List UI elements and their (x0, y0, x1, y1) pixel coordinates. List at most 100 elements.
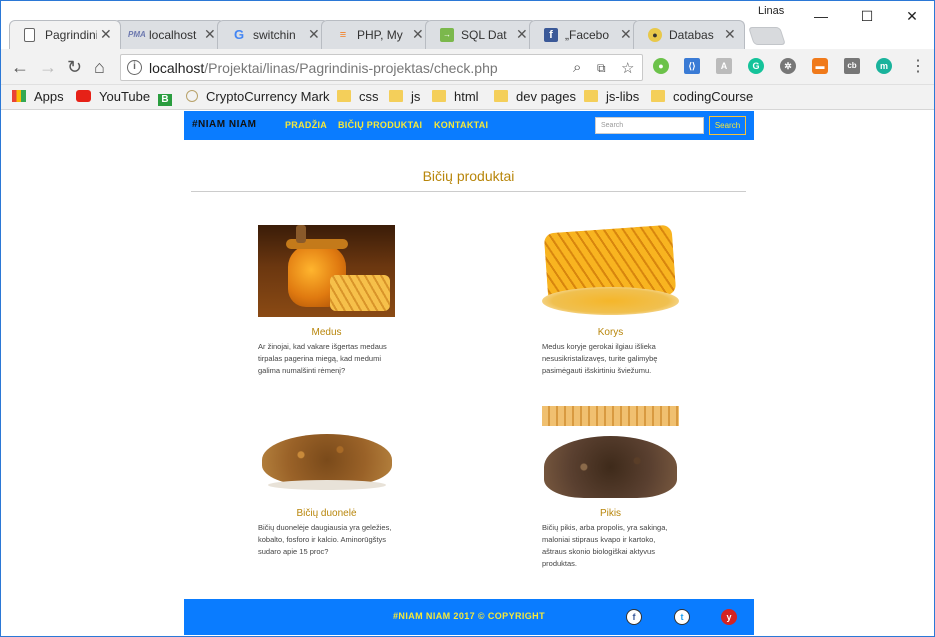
extension-icon[interactable]: ⟨⟩ (684, 58, 700, 74)
extension-icon[interactable]: ● (653, 58, 669, 74)
search-input[interactable]: Search (595, 117, 704, 134)
address-bar[interactable]: i localhost/Projektai/linas/Pagrindinis-… (120, 54, 643, 81)
tab[interactable]: G switchin ✕ (217, 20, 329, 49)
extension-icon[interactable]: cb (844, 58, 860, 74)
bookmark-youtube[interactable]: YouTube (76, 89, 150, 105)
maximize-icon[interactable]: ☐ (844, 5, 890, 27)
tab-label: PHP, My (357, 28, 403, 42)
crypto-icon (186, 90, 198, 102)
star-icon[interactable]: ☆ (621, 59, 634, 77)
close-icon[interactable]: ✕ (308, 26, 320, 43)
url-text[interactable]: localhost/Projektai/linas/Pagrindinis-pr… (149, 60, 498, 76)
nav-link-contacts[interactable]: KONTAKTAI (434, 120, 488, 130)
minimize-icon[interactable]: — (798, 5, 844, 27)
product-title[interactable]: Bičių duonelė (258, 508, 395, 519)
product-title[interactable]: Korys (542, 327, 679, 338)
title-bar: Pagrindini ✕ PMA localhost ✕ G switchin … (1, 1, 934, 49)
divider (191, 191, 746, 192)
site-navbar: #NIAM NIAM PRADŽIA BIČIŲ PRODUKTAI KONTA… (184, 111, 754, 140)
bookmark-dev-pages[interactable]: dev pages (494, 89, 576, 105)
tab[interactable]: f „Facebo ✕ (529, 20, 641, 49)
folder-icon (337, 90, 351, 102)
tab[interactable]: PMA localhost ✕ (113, 20, 225, 49)
bookmark-js[interactable]: js (389, 89, 420, 105)
close-icon[interactable]: ✕ (620, 26, 632, 43)
product-image-honey[interactable] (258, 225, 395, 317)
bookmark-apps[interactable]: Apps (12, 89, 64, 105)
zoom-icon[interactable]: ⌕ (573, 59, 581, 76)
menu-icon[interactable]: ⋮ (910, 57, 926, 77)
browser-window: Pagrindini ✕ PMA localhost ✕ G switchin … (0, 0, 935, 637)
forward-icon[interactable]: → (39, 57, 57, 77)
apps-icon (12, 90, 26, 102)
product-title[interactable]: Pikis (542, 508, 679, 519)
sql-icon: → (440, 28, 454, 42)
close-icon[interactable]: ✕ (100, 26, 112, 43)
bookmark-coding-course[interactable]: codingCourse (651, 89, 753, 105)
home-icon[interactable]: ⌂ (94, 57, 105, 77)
page-title: Bičių produktai (422, 168, 515, 184)
site-brand[interactable]: #NIAM NIAM (192, 119, 256, 130)
extension-icon[interactable]: m (876, 58, 892, 74)
reload-icon[interactable]: ↻ (67, 57, 82, 77)
tab[interactable]: → SQL Dat ✕ (425, 20, 537, 49)
yelp-icon[interactable]: y (721, 609, 737, 625)
bookmarks-bar: Apps YouTube B CryptoCurrency Mark css j… (1, 85, 934, 110)
window-close-icon[interactable]: ✕ (889, 5, 934, 27)
tab-active[interactable]: Pagrindini ✕ (9, 20, 121, 49)
product-description: Bičių pikis, arba propolis, yra sakinga,… (542, 523, 668, 568)
close-icon[interactable]: ✕ (204, 26, 216, 43)
close-icon[interactable]: ✕ (516, 26, 528, 43)
bookmark-css[interactable]: css (337, 89, 379, 105)
tab-label: „Facebo (565, 28, 610, 42)
product-card[interactable]: Bičių duonelė Bičių duonelėje daugiausia… (258, 406, 395, 558)
db-icon: ● (648, 28, 662, 42)
extension-icon[interactable]: ▬ (812, 58, 828, 74)
nav-link-products[interactable]: BIČIŲ PRODUKTAI (338, 120, 422, 130)
product-description: Ar žinojai, kad vakare išgertas medaus t… (258, 342, 387, 375)
bookmark-b[interactable]: B (158, 89, 180, 106)
product-image-propolis[interactable] (542, 406, 679, 498)
product-description: Medus koryje gerokai ilgiau išlieka nesu… (542, 342, 658, 375)
tab[interactable]: ● Databas ✕ (633, 20, 745, 49)
twitter-icon[interactable]: t (674, 609, 690, 625)
tab-label: Pagrindini (45, 28, 97, 42)
search-button[interactable]: Search (709, 116, 746, 135)
product-description: Bičių duonelėje daugiausia yra geležies,… (258, 523, 392, 556)
pma-icon: PMA (128, 30, 146, 39)
nav-link-home[interactable]: PRADŽIA (285, 120, 327, 130)
tab-label: SQL Dat (461, 28, 507, 42)
tab-label: switchin (253, 28, 296, 42)
grammarly-icon[interactable]: G (748, 58, 764, 74)
tab-label: localhost (149, 28, 197, 42)
folder-icon (494, 90, 508, 102)
product-image-bee-bread[interactable] (258, 406, 395, 498)
folder-icon (651, 90, 665, 102)
close-icon[interactable]: ✕ (412, 26, 424, 43)
web-page: #NIAM NIAM PRADŽIA BIČIŲ PRODUKTAI KONTA… (1, 111, 934, 636)
new-tab-button[interactable] (748, 27, 786, 45)
tab-label: Databas (669, 28, 714, 42)
back-icon[interactable]: ← (11, 57, 29, 77)
translate-icon[interactable]: ⧉ (597, 61, 606, 76)
product-card[interactable]: Korys Medus koryje gerokai ilgiau išliek… (542, 225, 679, 377)
bookmark-crypto[interactable]: CryptoCurrency Mark (186, 89, 330, 105)
profile-name[interactable]: Linas (758, 5, 784, 17)
copyright-text: #NIAM NIAM 2017 © COPYRIGHT (393, 611, 545, 621)
product-image-honeycomb[interactable] (542, 225, 679, 317)
pdf-icon[interactable]: A (716, 58, 732, 74)
product-card[interactable]: Medus Ar žinojai, kad vakare išgertas me… (258, 225, 395, 377)
youtube-icon (76, 90, 91, 102)
google-icon: G (233, 27, 245, 42)
settings-icon[interactable]: ✲ (780, 58, 796, 74)
facebook-icon[interactable]: f (626, 609, 642, 625)
close-icon[interactable]: ✕ (724, 26, 736, 43)
bookmark-html[interactable]: html (432, 89, 479, 105)
browser-toolbar: ← → ↻ ⌂ i localhost/Projektai/linas/Pagr… (1, 49, 934, 85)
info-icon[interactable]: i (127, 60, 142, 75)
product-title[interactable]: Medus (258, 327, 395, 338)
product-card[interactable]: Pikis Bičių pikis, arba propolis, yra sa… (542, 406, 679, 570)
tab-strip: Pagrindini ✕ PMA localhost ✕ G switchin … (9, 20, 769, 49)
bookmark-js-libs[interactable]: js-libs (584, 89, 639, 105)
tab[interactable]: ≡ PHP, My ✕ (321, 20, 433, 49)
